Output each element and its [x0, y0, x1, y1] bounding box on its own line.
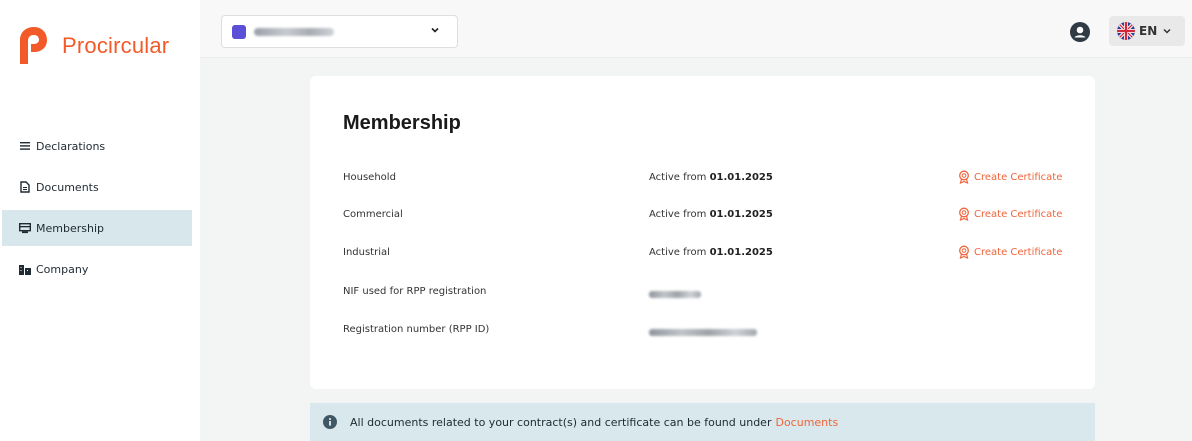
procircular-logo-icon: [20, 27, 47, 64]
membership-type-label: Industrial: [343, 247, 390, 258]
membership-row-household: Household Active from 01.01.2025 Create …: [343, 170, 1083, 190]
registration-label: Registration number (RPP ID): [343, 324, 490, 335]
page-title: Membership: [343, 112, 461, 134]
chevron-down-icon: [1163, 28, 1171, 34]
organization-name-redacted: [254, 27, 334, 36]
status-prefix: Active from: [649, 172, 707, 183]
status-date: 01.01.2025: [709, 247, 773, 258]
organization-avatar: [232, 24, 246, 39]
create-certificate-label: Create Certificate: [974, 246, 1063, 258]
certificate-icon: [959, 245, 969, 259]
certificate-icon: [959, 207, 969, 221]
create-certificate-button[interactable]: Create Certificate: [957, 207, 1062, 221]
uk-flag-icon: [1117, 22, 1135, 40]
membership-row-commercial: Commercial Active from 01.01.2025 Create…: [343, 207, 1083, 227]
membership-status: Active from 01.01.2025: [649, 247, 773, 258]
registration-row: Registration number (RPP ID): [343, 324, 1083, 342]
sidebar: Procircular Declarations Documents Membe…: [0, 0, 200, 441]
membership-status: Active from 01.01.2025: [649, 209, 773, 220]
sidebar-item-label: Company: [36, 262, 89, 276]
sidebar-item-label: Documents: [36, 180, 99, 194]
nif-value-redacted: [649, 290, 701, 301]
sidebar-item-company[interactable]: Company: [0, 251, 200, 287]
membership-card: Membership Household Active from 01.01.2…: [310, 76, 1095, 389]
logo[interactable]: Procircular: [14, 24, 169, 68]
building-icon: [18, 262, 32, 276]
create-certificate-button[interactable]: Create Certificate: [957, 170, 1062, 184]
card-icon: [18, 221, 32, 235]
status-prefix: Active from: [649, 247, 707, 258]
sidebar-item-membership[interactable]: Membership: [2, 210, 192, 246]
sidebar-item-label: Declarations: [36, 139, 106, 153]
sidebar-item-label: Membership: [36, 221, 104, 235]
certificate-icon: [959, 170, 969, 184]
user-account-icon[interactable]: [1070, 22, 1090, 42]
sidebar-nav: Declarations Documents Membership Compan…: [0, 128, 200, 292]
document-icon: [18, 180, 32, 194]
info-text: All documents related to your contract(s…: [350, 415, 772, 429]
status-prefix: Active from: [649, 209, 707, 220]
documents-link[interactable]: Documents: [775, 416, 838, 429]
top-bar: EN: [200, 0, 1192, 58]
info-icon: [323, 415, 337, 429]
status-date: 01.01.2025: [709, 209, 773, 220]
redacted-text: [649, 329, 757, 336]
organization-select[interactable]: [221, 15, 458, 48]
membership-row-industrial: Industrial Active from 01.01.2025 Create…: [343, 245, 1083, 265]
chevron-down-icon: [431, 27, 439, 33]
create-certificate-label: Create Certificate: [974, 208, 1063, 220]
membership-type-label: Commercial: [343, 209, 403, 220]
create-certificate-button[interactable]: Create Certificate: [957, 245, 1062, 259]
nif-row: NIF used for RPP registration: [343, 286, 1083, 304]
language-code: EN: [1139, 24, 1158, 38]
create-certificate-label: Create Certificate: [974, 171, 1063, 183]
brand-name: Procircular: [62, 33, 170, 58]
sidebar-item-declarations[interactable]: Declarations: [0, 128, 200, 164]
status-date: 01.01.2025: [709, 172, 773, 183]
info-banner: All documents related to your contract(s…: [310, 403, 1095, 441]
language-selector[interactable]: EN: [1109, 16, 1185, 46]
membership-type-label: Household: [343, 172, 396, 183]
nif-label: NIF used for RPP registration: [343, 286, 487, 297]
redacted-text: [649, 291, 701, 298]
membership-status: Active from 01.01.2025: [649, 172, 773, 183]
list-icon: [18, 139, 32, 153]
registration-value-redacted: [649, 328, 757, 339]
sidebar-item-documents[interactable]: Documents: [0, 169, 200, 205]
